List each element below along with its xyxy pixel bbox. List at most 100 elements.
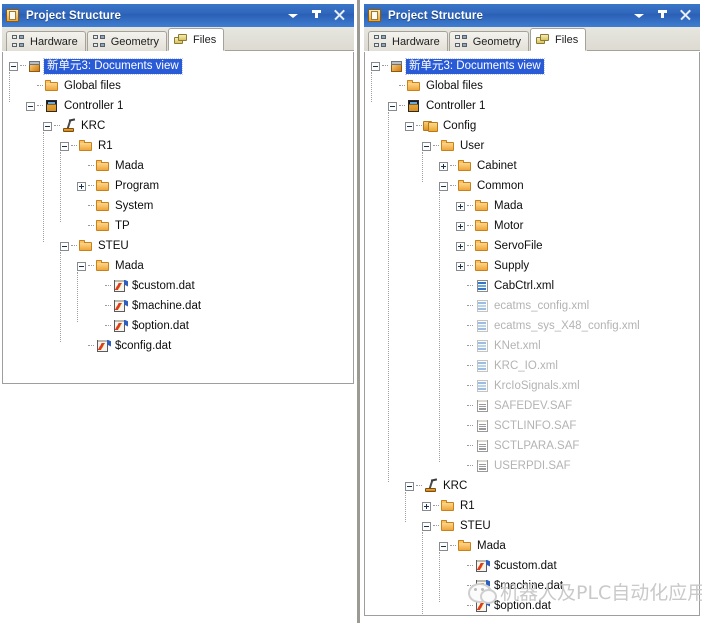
collapse-toggle[interactable] xyxy=(422,521,431,531)
collapse-toggle[interactable] xyxy=(77,261,86,271)
tree-item-label: Controller 1 xyxy=(64,99,124,112)
file-tree-left[interactable]: 新单元3: Documents view Global files Controll… xyxy=(2,52,354,384)
tree-item-label: SCTLINFO.SAF xyxy=(494,419,577,432)
expand-toggle[interactable] xyxy=(77,181,86,191)
tab-hardware[interactable]: Hardware xyxy=(6,31,86,51)
close-button[interactable] xyxy=(333,9,346,22)
tree-item[interactable]: Common xyxy=(369,176,699,196)
tree-item[interactable]: STEU xyxy=(7,236,353,256)
auto-hide-pin-button[interactable] xyxy=(310,9,323,22)
tree-item[interactable]: R1 xyxy=(369,496,699,516)
tree-connector-dash xyxy=(88,225,94,227)
tree-item[interactable]: Mada xyxy=(369,196,699,216)
tree-item[interactable]: KRC_IO.xml xyxy=(369,356,699,376)
tree-item[interactable]: $machine.dat xyxy=(369,576,699,596)
auto-hide-pin-button[interactable] xyxy=(656,9,669,22)
tree-item[interactable]: TP xyxy=(7,216,353,236)
tree-item[interactable]: ecatms_sys_X48_config.xml xyxy=(369,316,699,336)
dropdown-menu-button[interactable] xyxy=(633,9,646,22)
tab-geometry[interactable]: Geometry xyxy=(448,31,529,51)
saf-file-icon xyxy=(474,439,490,454)
tree-item[interactable]: ecatms_config.xml xyxy=(369,296,699,316)
tree-item[interactable]: CabCtrl.xml xyxy=(369,276,699,296)
tree-item-label: R1 xyxy=(460,499,475,512)
tree-item[interactable]: $config.dat xyxy=(7,336,353,356)
tree-item[interactable]: Config xyxy=(369,116,699,136)
collapse-toggle[interactable] xyxy=(60,141,69,151)
tree-item[interactable]: $custom.dat xyxy=(7,276,353,296)
tree-item[interactable]: $option.dat xyxy=(369,596,699,615)
tab-files[interactable]: Files xyxy=(529,28,587,51)
tree-item[interactable]: STEU xyxy=(369,516,699,536)
file-tree-right[interactable]: 新单元3: Documents view Global files Controll… xyxy=(364,52,700,616)
tree-item-label: Common xyxy=(477,179,524,192)
tree-connector-dash xyxy=(105,285,111,287)
tree-item[interactable]: KRC xyxy=(369,476,699,496)
tree-connector-dash xyxy=(37,105,43,107)
xml-file-icon xyxy=(474,319,490,334)
tree-item[interactable]: Program xyxy=(7,176,353,196)
tree-item[interactable]: KNet.xml xyxy=(369,336,699,356)
tree-item[interactable]: Cabinet xyxy=(369,156,699,176)
close-button[interactable] xyxy=(679,9,692,22)
tree-item[interactable]: 新单元3: Documents view xyxy=(369,56,699,76)
collapse-toggle[interactable] xyxy=(371,61,380,71)
tree-item[interactable]: Mada xyxy=(7,156,353,176)
expand-toggle[interactable] xyxy=(456,261,465,271)
tree-item[interactable]: SCTLPARA.SAF xyxy=(369,436,699,456)
tab-geometry[interactable]: Geometry xyxy=(86,31,167,51)
collapse-toggle[interactable] xyxy=(405,121,414,131)
folder-icon xyxy=(95,179,111,194)
tree-connector-dash xyxy=(88,265,94,267)
expand-toggle[interactable] xyxy=(422,501,431,511)
collapse-toggle[interactable] xyxy=(405,481,414,491)
tree-connector-dash xyxy=(450,545,456,547)
tree-guide-line xyxy=(77,272,78,322)
folder-icon xyxy=(95,199,111,214)
tree-item[interactable]: Mada xyxy=(369,536,699,556)
tree-item[interactable]: SCTLINFO.SAF xyxy=(369,416,699,436)
expand-toggle[interactable] xyxy=(456,241,465,251)
expand-toggle[interactable] xyxy=(456,221,465,231)
tree-connector-dash xyxy=(467,385,473,387)
tree-connector-dash xyxy=(105,305,111,307)
dat-file-icon xyxy=(112,279,128,294)
collapse-toggle[interactable] xyxy=(43,121,52,131)
tree-item[interactable]: Controller 1 xyxy=(369,96,699,116)
tree-item[interactable]: 新单元3: Documents view xyxy=(7,56,353,76)
collapse-toggle[interactable] xyxy=(9,61,18,71)
expand-toggle[interactable] xyxy=(439,161,448,171)
tree-item[interactable]: KrcIoSignals.xml xyxy=(369,376,699,396)
tree-item[interactable]: SAFEDEV.SAF xyxy=(369,396,699,416)
tree-item[interactable]: KRC xyxy=(7,116,353,136)
tree-item[interactable]: $option.dat xyxy=(7,316,353,336)
dat-file-icon xyxy=(474,599,490,614)
tree-item[interactable]: $custom.dat xyxy=(369,556,699,576)
collapse-toggle[interactable] xyxy=(439,181,448,191)
tree-item[interactable]: R1 xyxy=(7,136,353,156)
tree-item[interactable]: Motor xyxy=(369,216,699,236)
collapse-toggle[interactable] xyxy=(60,241,69,251)
tree-item[interactable]: Controller 1 xyxy=(7,96,353,116)
collapse-toggle[interactable] xyxy=(422,141,431,151)
tree-item[interactable]: $machine.dat xyxy=(7,296,353,316)
tree-item[interactable]: ServoFile xyxy=(369,236,699,256)
tree-item[interactable]: Mada xyxy=(7,256,353,276)
collapse-toggle[interactable] xyxy=(388,101,397,111)
tab-files[interactable]: Files xyxy=(167,28,225,51)
tree-item[interactable]: Global files xyxy=(369,76,699,96)
tree-item[interactable]: Global files xyxy=(7,76,353,96)
tree-item[interactable]: USERPDI.SAF xyxy=(369,456,699,476)
tree-item[interactable]: System xyxy=(7,196,353,216)
dropdown-menu-button[interactable] xyxy=(287,9,300,22)
tree-guide-line xyxy=(43,132,44,242)
tab-hardware[interactable]: Hardware xyxy=(368,31,448,51)
tree-item[interactable]: User xyxy=(369,136,699,156)
tree-item[interactable]: Supply xyxy=(369,256,699,276)
collapse-toggle[interactable] xyxy=(439,541,448,551)
collapse-toggle[interactable] xyxy=(26,101,35,111)
expand-toggle[interactable] xyxy=(456,201,465,211)
